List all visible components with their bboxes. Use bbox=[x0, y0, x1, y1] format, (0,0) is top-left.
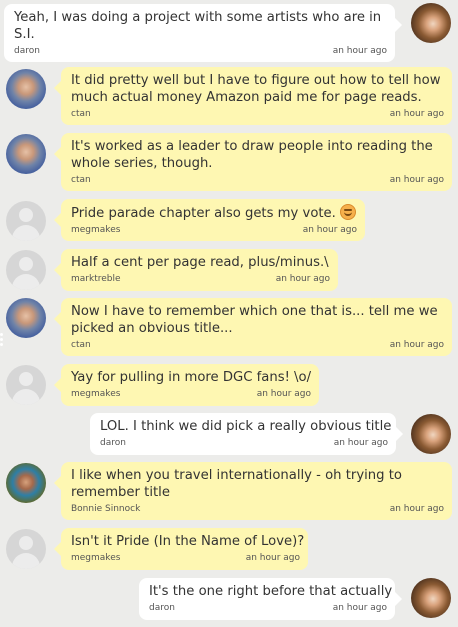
message-author[interactable]: megmakes bbox=[71, 389, 120, 399]
message-bubble: Yay for pulling in more DGC fans! \o/ me… bbox=[54, 364, 319, 406]
message-line: Isn't it Pride (In the Name of Love)? bbox=[71, 534, 305, 549]
message-timestamp: an hour ago bbox=[332, 603, 387, 613]
message-line: It did pretty well but I have to figure … bbox=[71, 73, 441, 88]
message-author[interactable]: daron bbox=[100, 438, 126, 448]
message-author[interactable]: ctan bbox=[71, 340, 91, 350]
message-line: Pride parade chapter also gets my vote. bbox=[71, 206, 336, 221]
message-author[interactable]: marktreble bbox=[71, 274, 121, 284]
message-text: It's worked as a leader to draw people i… bbox=[71, 138, 444, 172]
message-text: I like when you travel internationally -… bbox=[71, 467, 444, 501]
message-text: LOL. I think we did pick a really obviou… bbox=[100, 418, 392, 435]
message-author[interactable]: daron bbox=[14, 46, 40, 56]
message-line: Now I have to remember which one that is… bbox=[71, 304, 438, 319]
avatar-placeholder-icon[interactable] bbox=[6, 529, 46, 569]
message-text: Isn't it Pride (In the Name of Love)? bbox=[71, 533, 305, 550]
message-line: whole series, though. bbox=[71, 156, 213, 171]
message-author[interactable]: ctan bbox=[71, 175, 91, 185]
message-bubble: It's the one right before that actually … bbox=[139, 578, 402, 620]
message-bubble: Half a cent per page read, plus/minus.\ … bbox=[54, 249, 338, 291]
message-timestamp: an hour ago bbox=[389, 340, 444, 350]
message-meta: ctan an hour ago bbox=[71, 340, 444, 353]
message-bubble: Isn't it Pride (In the Name of Love)? me… bbox=[54, 528, 308, 570]
message-meta: ctan an hour ago bbox=[71, 109, 444, 122]
message-bubble: LOL. I think we did pick a really obviou… bbox=[90, 413, 403, 455]
message-text: Pride parade chapter also gets my vote. bbox=[71, 204, 357, 222]
message-text: Yeah, I was doing a project with some ar… bbox=[14, 9, 387, 43]
message-text: Now I have to remember which one that is… bbox=[71, 303, 444, 337]
message-timestamp: an hour ago bbox=[275, 274, 330, 284]
message-timestamp: an hour ago bbox=[389, 175, 444, 185]
scroll-handle[interactable] bbox=[0, 333, 4, 348]
message-timestamp: an hour ago bbox=[389, 109, 444, 119]
message-line: I like when you travel internationally -… bbox=[71, 468, 402, 483]
avatar[interactable] bbox=[411, 414, 451, 454]
message-timestamp: an hour ago bbox=[333, 438, 388, 448]
message-meta: megmakes an hour ago bbox=[71, 225, 357, 238]
message-bubble: It did pretty well but I have to figure … bbox=[54, 67, 452, 125]
message-line: much actual money Amazon paid me for pag… bbox=[71, 90, 422, 105]
avatar-placeholder-icon[interactable] bbox=[6, 365, 46, 405]
message-line: Yay for pulling in more DGC fans! \o/ bbox=[71, 370, 312, 385]
avatar-placeholder-icon[interactable] bbox=[6, 201, 46, 241]
message-bubble: Yeah, I was doing a project with some ar… bbox=[4, 4, 402, 62]
avatar[interactable] bbox=[6, 134, 46, 174]
message-meta: megmakes an hour ago bbox=[71, 389, 311, 402]
message-bubble: Now I have to remember which one that is… bbox=[54, 298, 452, 356]
message-text: It did pretty well but I have to figure … bbox=[71, 72, 444, 106]
message-timestamp: an hour ago bbox=[256, 389, 311, 399]
message-timestamp: an hour ago bbox=[302, 225, 357, 235]
message-line: It's worked as a leader to draw people i… bbox=[71, 139, 433, 154]
avatar-placeholder-icon[interactable] bbox=[6, 250, 46, 290]
message-bubble: It's worked as a leader to draw people i… bbox=[54, 133, 452, 191]
message-author[interactable]: megmakes bbox=[71, 553, 120, 563]
smiling-face-icon bbox=[339, 204, 356, 220]
message-line: Yeah, I was doing a project with some ar… bbox=[14, 10, 382, 25]
message-line: LOL. I think we did pick a really obviou… bbox=[100, 419, 392, 434]
message-bubble: I like when you travel internationally -… bbox=[54, 462, 452, 520]
message-timestamp: an hour ago bbox=[245, 553, 300, 563]
chat-transcript: Yeah, I was doing a project with some ar… bbox=[0, 0, 458, 627]
avatar[interactable] bbox=[6, 69, 46, 109]
message-meta: ctan an hour ago bbox=[71, 175, 444, 188]
message-author[interactable]: ctan bbox=[71, 109, 91, 119]
message-meta: Bonnie Sinnock an hour ago bbox=[71, 504, 444, 517]
message-line: It's the one right before that actually bbox=[149, 584, 393, 599]
avatar[interactable] bbox=[411, 578, 451, 618]
avatar[interactable] bbox=[6, 298, 46, 338]
message-timestamp: an hour ago bbox=[389, 504, 444, 514]
avatar[interactable] bbox=[6, 463, 46, 503]
message-bubble: Pride parade chapter also gets my vote. … bbox=[54, 199, 365, 241]
message-line: Half a cent per page read, plus/minus.\ bbox=[71, 255, 329, 270]
avatar[interactable] bbox=[411, 3, 451, 43]
message-text: It's the one right before that actually bbox=[149, 583, 393, 600]
message-meta: megmakes an hour ago bbox=[71, 553, 300, 566]
message-line: remember title bbox=[71, 485, 170, 500]
message-meta: daron an hour ago bbox=[14, 46, 387, 59]
message-meta: daron an hour ago bbox=[149, 603, 387, 616]
message-author[interactable]: daron bbox=[149, 603, 175, 613]
message-meta: marktreble an hour ago bbox=[71, 274, 330, 287]
message-author[interactable]: megmakes bbox=[71, 225, 120, 235]
message-meta: daron an hour ago bbox=[100, 438, 388, 451]
message-text: Half a cent per page read, plus/minus.\ bbox=[71, 254, 330, 271]
message-line: picked an obvious title... bbox=[71, 321, 233, 336]
message-line: S.I. bbox=[14, 27, 35, 42]
message-timestamp: an hour ago bbox=[332, 46, 387, 56]
message-author[interactable]: Bonnie Sinnock bbox=[71, 504, 140, 514]
message-text: Yay for pulling in more DGC fans! \o/ bbox=[71, 369, 311, 386]
